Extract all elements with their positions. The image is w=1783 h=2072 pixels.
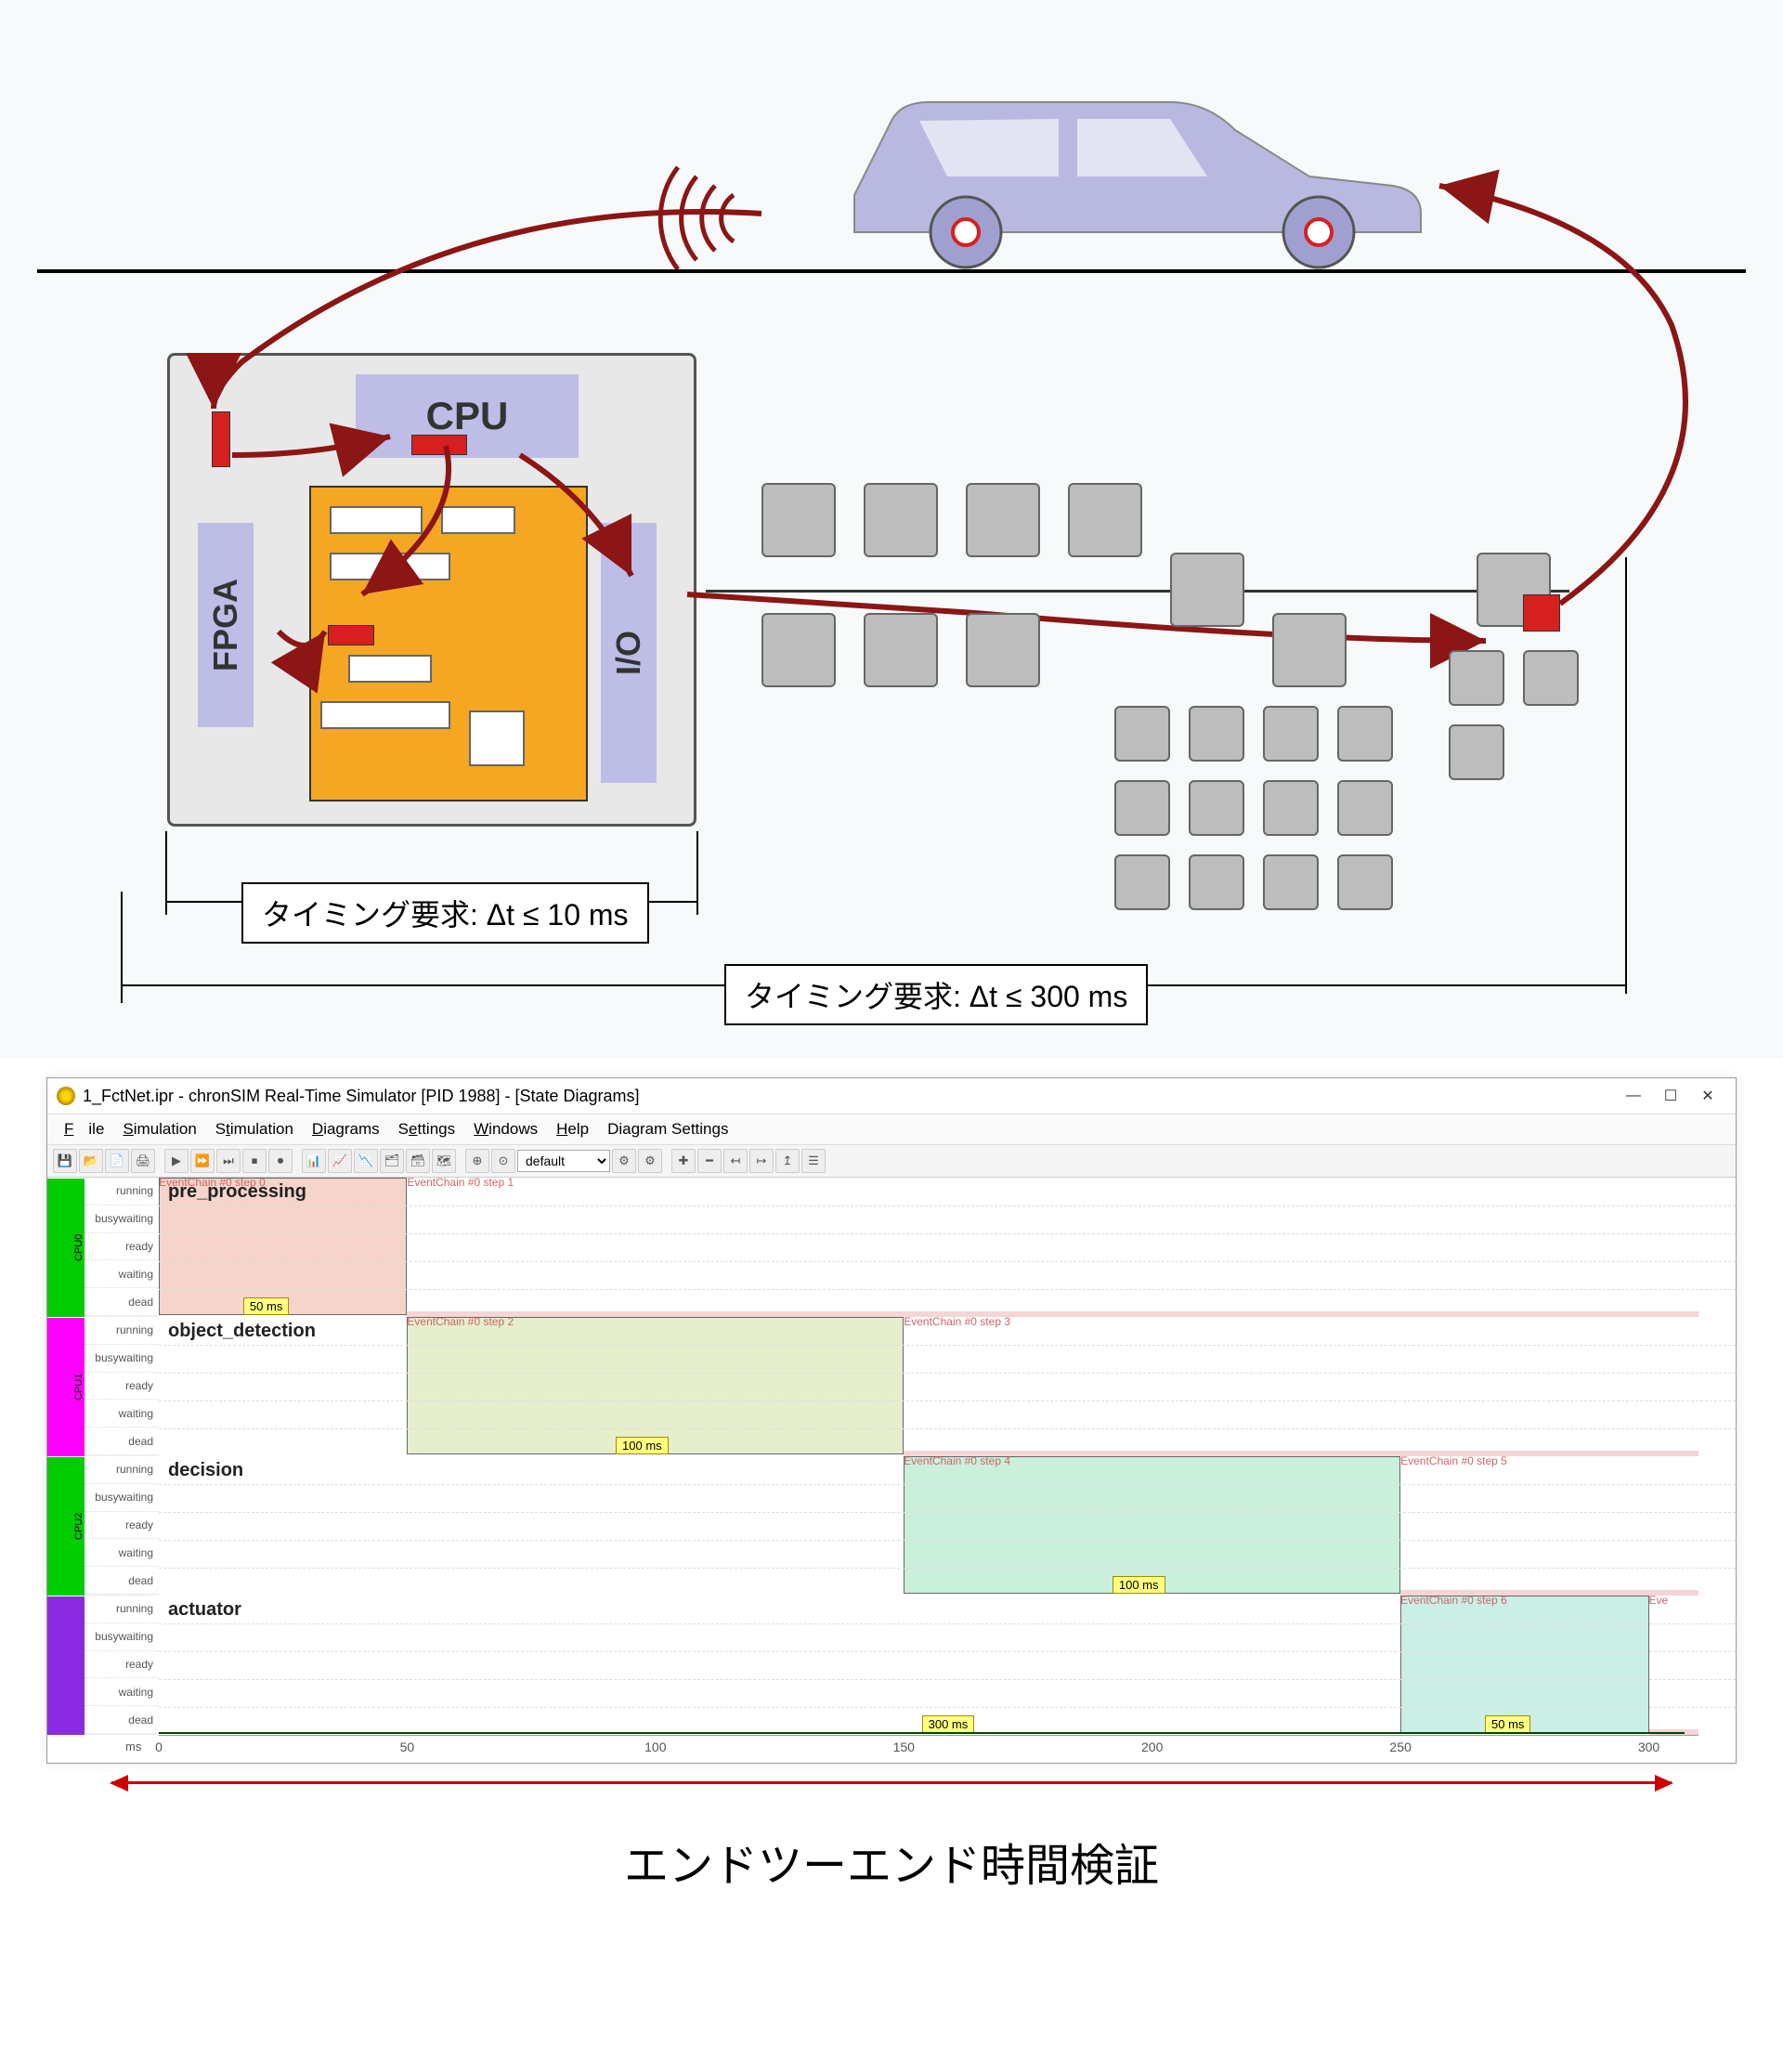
- cpu-label-3: CPU3: [47, 1596, 85, 1735]
- task-running-block: [1400, 1596, 1648, 1733]
- io-label: I/O: [601, 523, 657, 783]
- timeline-grid[interactable]: pre_processingEventChain #0 step 0EventC…: [159, 1178, 1736, 1735]
- tb-list-icon[interactable]: ☰: [801, 1149, 826, 1173]
- app-icon: [57, 1087, 75, 1105]
- fpga-label: FPGA: [198, 523, 254, 727]
- maximize-button[interactable]: ☐: [1652, 1084, 1689, 1108]
- time-tick: 0: [155, 1740, 163, 1754]
- tb-chart5-icon[interactable]: 🗃: [406, 1149, 430, 1173]
- system-diagram: FPGA CPU I/O: [0, 0, 1783, 1059]
- tb-print-icon[interactable]: 🖨: [131, 1149, 155, 1173]
- tb-ff-icon[interactable]: ⏩: [190, 1149, 215, 1173]
- timing-requirement-300ms: タイミング要求: Δt ≤ 300 ms: [724, 964, 1148, 1025]
- menu-diagrams[interactable]: Diagrams: [305, 1118, 387, 1140]
- tb-chart3-icon[interactable]: 📉: [354, 1149, 378, 1173]
- minimize-button[interactable]: —: [1615, 1084, 1652, 1108]
- task-row: actuator EventChain #0 step 6 Eve 50 ms: [159, 1596, 1698, 1735]
- menu-settings[interactable]: Settings: [391, 1118, 462, 1140]
- cpu-label: CPU: [356, 374, 579, 458]
- task-name-label: decision: [168, 1460, 243, 1481]
- duration-badge: 50 ms: [243, 1297, 289, 1315]
- event-chain-label: EventChain #0 step 3: [904, 1315, 1010, 1328]
- tb-play-icon[interactable]: ▶: [164, 1149, 189, 1173]
- task-name-label: object_detection: [168, 1321, 316, 1342]
- menu-help[interactable]: Help: [549, 1118, 596, 1140]
- event-chain-label: EventChain #0 step 1: [407, 1176, 514, 1189]
- tb-chart1-icon[interactable]: 📊: [302, 1149, 326, 1173]
- state-labels-column: running busywaiting ready waiting dead r…: [85, 1178, 159, 1735]
- road-line: [37, 269, 1746, 273]
- total-baseline: [159, 1732, 1685, 1734]
- bottom-caption: エンドツーエンド時間検証: [0, 1829, 1783, 1894]
- time-tick: 250: [1389, 1740, 1411, 1754]
- duration-badge: 100 ms: [1113, 1576, 1165, 1594]
- time-unit-label: ms: [125, 1740, 141, 1753]
- menu-simulation[interactable]: Simulation: [115, 1118, 203, 1140]
- menu-diagram-settings[interactable]: Diagram Settings: [600, 1118, 735, 1140]
- ecu-device-box: FPGA CPU I/O: [167, 353, 696, 827]
- time-tick: 300: [1638, 1740, 1659, 1754]
- toolbar-view-select[interactable]: default: [517, 1150, 610, 1172]
- window-title: 1_FctNet.ipr - chronSIM Real-Time Simula…: [83, 1087, 640, 1106]
- task-row: decision EventChain #0 step 4 EventChain #…: [159, 1456, 1698, 1596]
- cpu-label-1: CPU1: [47, 1317, 85, 1456]
- radar-waves-icon: [594, 121, 780, 269]
- task-running-block: [904, 1456, 1400, 1594]
- timing-requirement-10ms: タイミング要求: Δt ≤ 10 ms: [241, 882, 649, 944]
- task-name-label: pre_processing: [168, 1181, 306, 1203]
- time-tick: 150: [893, 1740, 915, 1754]
- tb-zoom-icon[interactable]: ⊕: [465, 1149, 489, 1173]
- task-name-label: actuator: [168, 1599, 241, 1621]
- tb-right-icon[interactable]: ↦: [749, 1149, 774, 1173]
- event-chain-label: EventChain #0 step 4: [904, 1454, 1010, 1467]
- state-diagram-chart[interactable]: CPU0 CPU1 CPU2 CPU3 running busywaiting …: [47, 1178, 1736, 1735]
- tb-cfg1-icon[interactable]: ⚙: [612, 1149, 636, 1173]
- event-chain-label: EventChain #0 step 2: [407, 1315, 514, 1328]
- menu-stimulation[interactable]: Stimulation: [208, 1118, 301, 1140]
- tb-save-icon[interactable]: 💾: [53, 1149, 77, 1173]
- tb-doc-icon[interactable]: 📄: [105, 1149, 129, 1173]
- tb-add-icon[interactable]: ✚: [671, 1149, 696, 1173]
- cpu-label-0: CPU0: [47, 1178, 85, 1317]
- menu-windows[interactable]: Windows: [466, 1118, 545, 1140]
- toolbar: 💾 📂 📄 🖨 ▶ ⏩ ⏭ ⏹ ⏺ 📊 📈 📉 🗂 🗃 🗺 ⊕ ⊙ defaul…: [47, 1145, 1736, 1178]
- time-tick: 100: [644, 1740, 666, 1754]
- event-chain-label: EventChain #0 step 5: [1400, 1454, 1507, 1467]
- close-button[interactable]: ✕: [1689, 1084, 1726, 1108]
- time-tick: 200: [1141, 1740, 1163, 1754]
- event-chain-label: Eve: [1649, 1594, 1669, 1607]
- task-row: object_detection EventChain #0 step 2 Even…: [159, 1317, 1698, 1456]
- tb-up-icon[interactable]: ↥: [775, 1149, 800, 1173]
- tb-target-icon[interactable]: ⊙: [491, 1149, 515, 1173]
- task-row: pre_processingEventChain #0 step 0EventC…: [159, 1178, 1698, 1317]
- tb-left-icon[interactable]: ↤: [723, 1149, 748, 1173]
- time-tick: 50: [400, 1740, 415, 1754]
- task-running-block: [407, 1317, 904, 1454]
- time-axis: ms 050100150200250300: [159, 1735, 1698, 1763]
- tb-remove-icon[interactable]: ━: [697, 1149, 722, 1173]
- duration-badge: 100 ms: [616, 1437, 669, 1454]
- cpu-label-2: CPU2: [47, 1456, 85, 1596]
- tb-record-icon[interactable]: ⏺: [268, 1149, 293, 1173]
- cpu-strip: CPU0 CPU1 CPU2 CPU3: [47, 1178, 85, 1735]
- window-titlebar[interactable]: 1_FctNet.ipr - chronSIM Real-Time Simula…: [47, 1078, 1736, 1114]
- event-chain-label: EventChain #0 step 6: [1400, 1594, 1507, 1607]
- tb-skip-icon[interactable]: ⏭: [216, 1149, 241, 1173]
- tb-chart6-icon[interactable]: 🗺: [432, 1149, 456, 1173]
- menu-file[interactable]: File: [57, 1118, 111, 1140]
- car-illustration: [817, 56, 1449, 269]
- duration-badge: 50 ms: [1485, 1715, 1530, 1733]
- chronsim-window: 1_FctNet.ipr - chronSIM Real-Time Simula…: [46, 1077, 1737, 1764]
- tb-chart2-icon[interactable]: 📈: [328, 1149, 352, 1173]
- tb-stop-icon[interactable]: ⏹: [242, 1149, 267, 1173]
- tb-cfg2-icon[interactable]: ⚙: [638, 1149, 662, 1173]
- tb-open-icon[interactable]: 📂: [79, 1149, 103, 1173]
- tb-chart4-icon[interactable]: 🗂: [380, 1149, 404, 1173]
- menubar: File Simulation Stimulation Diagrams Set…: [47, 1114, 1736, 1145]
- total-duration-badge: 300 ms: [922, 1715, 975, 1733]
- end-to-end-arrow: [111, 1773, 1672, 1792]
